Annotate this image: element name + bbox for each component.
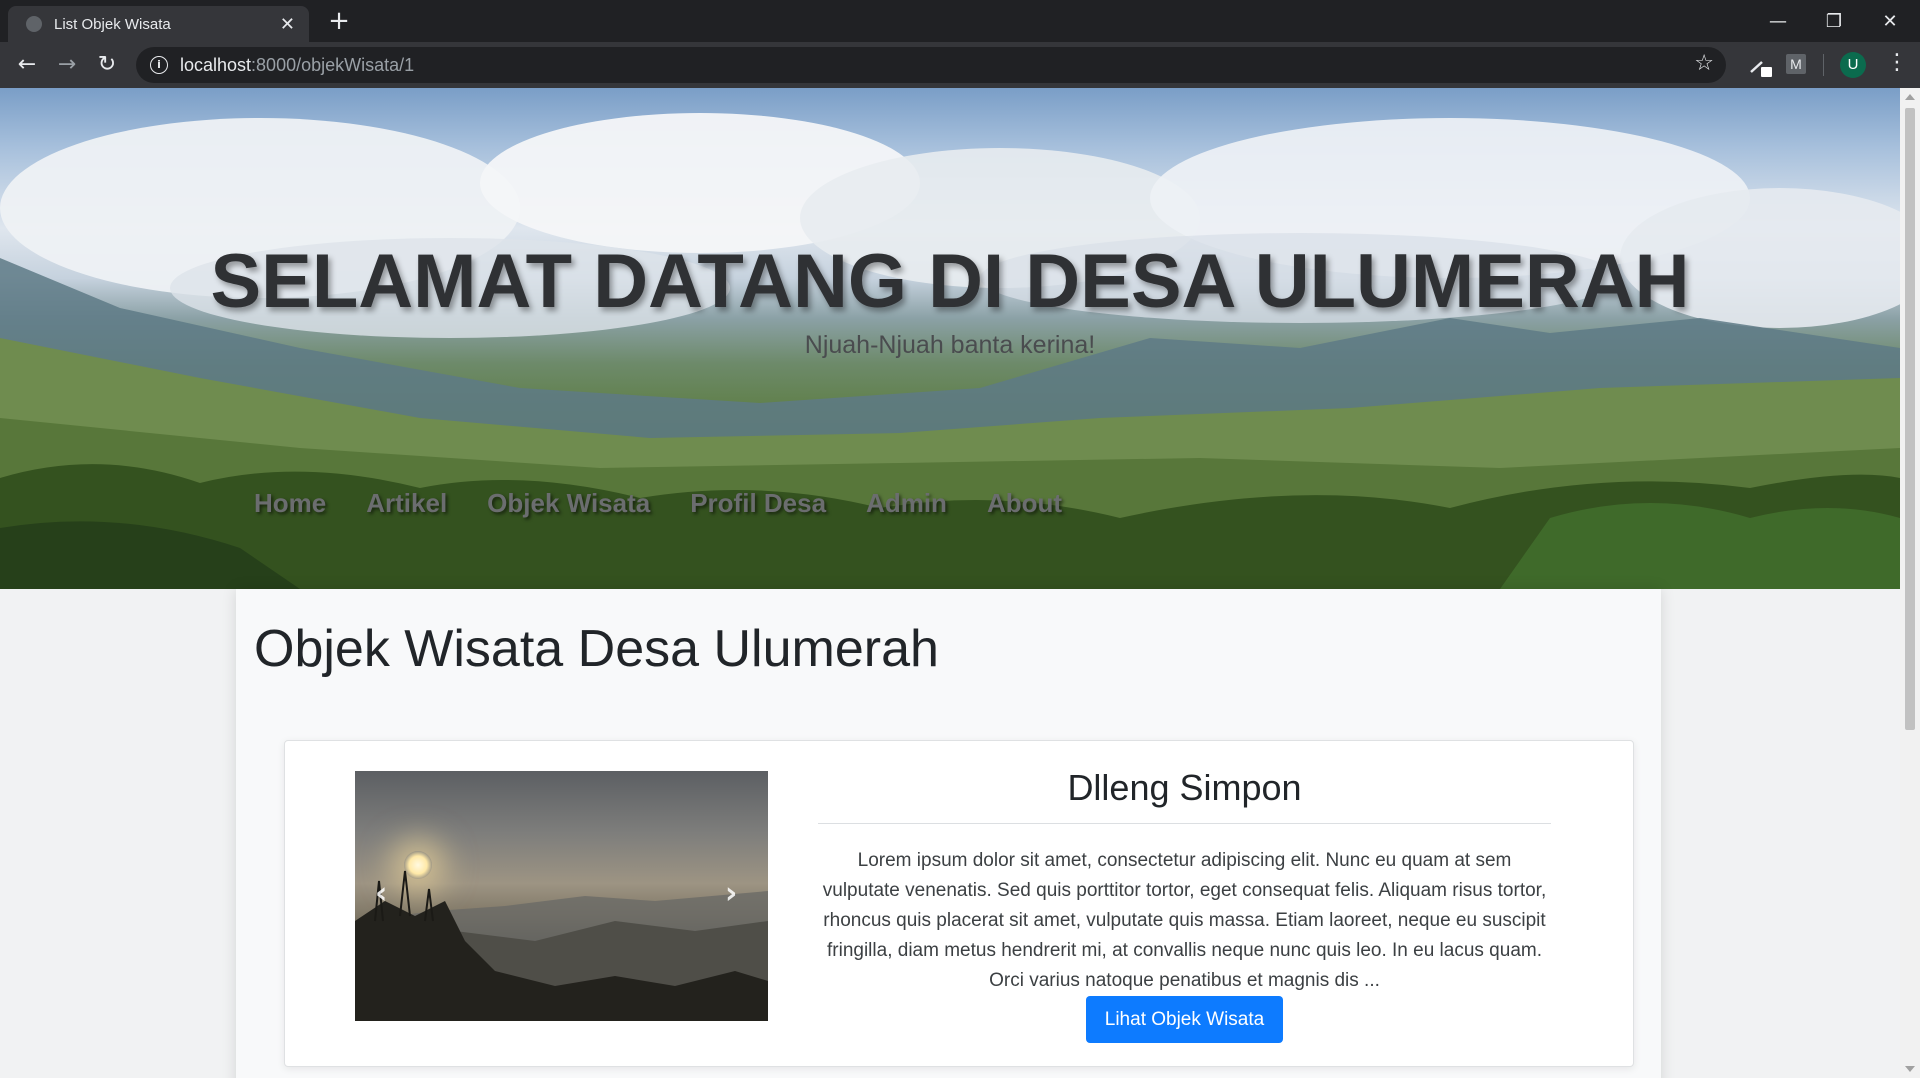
tab-close-icon[interactable]: ✕ [280, 14, 295, 35]
extension-brush-icon[interactable] [1748, 54, 1774, 78]
nav-link-objek-wisata[interactable]: Objek Wisata [487, 488, 650, 519]
page-title: Objek Wisata Desa Ulumerah [254, 620, 939, 678]
page-viewport: SELAMAT DATANG DI DESA ULUMERAH Njuah-Nj… [0, 88, 1900, 1078]
card-title: Dlleng Simpon [1067, 767, 1302, 808]
extension-m-icon[interactable]: M [1786, 54, 1806, 74]
card-description: Lorem ipsum dolor sit amet, consectetur … [822, 850, 1547, 991]
nav-link-home[interactable]: Home [254, 488, 326, 519]
profile-avatar[interactable]: U [1840, 52, 1866, 78]
close-window-button[interactable]: ✕ [1862, 0, 1918, 42]
scroll-up-arrow-icon[interactable] [1905, 94, 1915, 100]
forward-arrow-icon[interactable]: → [52, 50, 82, 80]
main-nav: Home Artikel Objek Wisata Profil Desa Ad… [254, 488, 1062, 519]
reload-icon[interactable]: ↻ [92, 50, 122, 80]
nav-link-admin[interactable]: Admin [866, 488, 947, 519]
restore-button[interactable]: ❐ [1806, 0, 1862, 42]
carousel-prev-icon[interactable]: ‹ [375, 876, 387, 911]
lihat-objek-wisata-button[interactable]: Lihat Objek Wisata [1086, 996, 1283, 1043]
hero-subtitle: Njuah-Njuah banta kerina! [804, 331, 1096, 359]
main-content: Objek Wisata Desa Ulumerah ‹ › Dlleng Si… [236, 589, 1661, 1078]
url-path: :8000/objekWisata/1 [251, 54, 415, 75]
scrollbar-thumb[interactable] [1905, 108, 1915, 730]
globe-icon [26, 16, 42, 32]
url-text[interactable]: localhost:8000/objekWisata/1 [180, 55, 414, 76]
minimize-button[interactable]: — [1750, 0, 1806, 42]
site-info-icon[interactable]: i [150, 56, 168, 74]
back-arrow-icon[interactable]: ← [12, 50, 42, 80]
url-host: localhost [180, 54, 252, 75]
browser-menu-icon[interactable]: ⋮ [1886, 50, 1908, 75]
nav-link-profil-desa[interactable]: Profil Desa [690, 488, 826, 519]
browser-toolbar: ← → ↻ i localhost:8000/objekWisata/1 ☆ M [0, 42, 1920, 88]
page-scrollbar[interactable] [1900, 88, 1920, 1078]
bookmark-star-icon[interactable]: ☆ [1694, 51, 1714, 76]
new-tab-button[interactable]: + [325, 8, 353, 36]
browser-tab[interactable]: List Objek Wisata ✕ [8, 6, 309, 42]
hero-title: SELAMAT DATANG DI DESA ULUMERAH [210, 239, 1690, 324]
nav-link-artikel[interactable]: Artikel [366, 488, 447, 519]
address-bar[interactable]: i localhost:8000/objekWisata/1 ☆ [136, 47, 1726, 83]
objek-wisata-card: ‹ › Dlleng Simpon Lorem ipsum dolor sit … [284, 740, 1634, 1067]
scroll-down-arrow-icon[interactable] [1905, 1066, 1915, 1072]
browser-tab-strip: List Objek Wisata ✕ + — ❐ ✕ [0, 0, 1920, 42]
carousel-next-icon[interactable]: › [725, 876, 737, 911]
hero-banner: SELAMAT DATANG DI DESA ULUMERAH Njuah-Nj… [0, 88, 1900, 589]
nav-link-about[interactable]: About [987, 488, 1062, 519]
carousel-sunset-image [355, 870, 768, 1021]
image-carousel[interactable]: ‹ › [355, 771, 768, 1021]
toolbar-divider [1823, 54, 1824, 76]
card-divider [818, 823, 1551, 824]
tab-title: List Objek Wisata [54, 15, 171, 33]
